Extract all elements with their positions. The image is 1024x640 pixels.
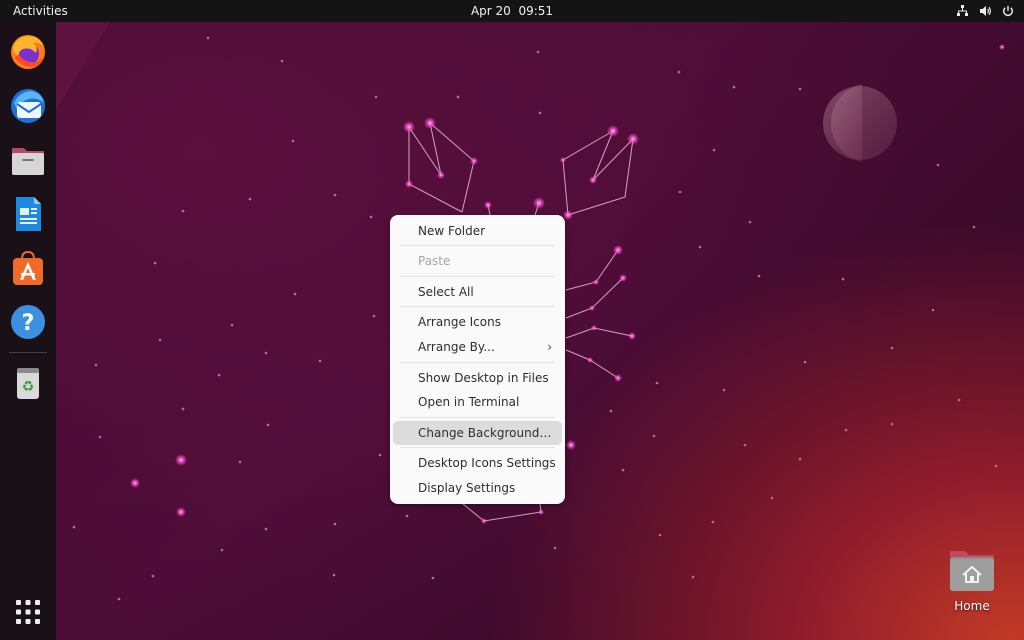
menu-item-label: Show Desktop in Files bbox=[418, 371, 549, 385]
menu-item-open-in-terminal[interactable]: Open in Terminal bbox=[393, 390, 562, 414]
dock-item-firefox[interactable] bbox=[6, 30, 50, 74]
network-icon[interactable] bbox=[956, 5, 969, 17]
menu-item-label: New Folder bbox=[418, 224, 486, 238]
firefox-icon bbox=[11, 35, 45, 69]
menu-separator bbox=[400, 417, 555, 418]
activities-button[interactable]: Activities bbox=[13, 4, 68, 18]
home-folder-icon bbox=[950, 551, 994, 591]
menu-separator bbox=[400, 306, 555, 307]
dock-separator bbox=[9, 352, 47, 353]
clock-container: Apr 20 09:51 bbox=[0, 4, 1024, 18]
menu-item-label: Display Settings bbox=[418, 481, 516, 495]
trash-icon: ♻ bbox=[17, 368, 39, 399]
menu-separator bbox=[400, 447, 555, 448]
date-time-clock[interactable]: Apr 20 09:51 bbox=[471, 4, 553, 18]
menu-item-paste: Paste bbox=[393, 249, 562, 273]
volume-icon[interactable] bbox=[979, 5, 992, 17]
libreoffice-writer-icon bbox=[16, 197, 41, 231]
files-icon bbox=[12, 148, 44, 175]
software-store-icon bbox=[13, 250, 43, 285]
menu-item-show-desktop-in-files[interactable]: Show Desktop in Files bbox=[393, 366, 562, 390]
menu-item-change-background[interactable]: Change Background… bbox=[393, 421, 562, 445]
desktop-screen: Activities Apr 20 09:51 ? ♻ New Folder P… bbox=[0, 0, 1024, 640]
menu-item-desktop-icons-settings[interactable]: Desktop Icons Settings bbox=[393, 451, 562, 475]
menu-item-label: Arrange Icons bbox=[418, 315, 501, 329]
help-icon: ? bbox=[11, 305, 45, 339]
dock-item-trash[interactable]: ♻ bbox=[6, 360, 50, 404]
svg-text:?: ? bbox=[22, 311, 35, 336]
dock-item-help[interactable]: ? bbox=[6, 300, 50, 344]
moon-body bbox=[823, 86, 897, 160]
menu-item-arrange-by[interactable]: Arrange By... › bbox=[393, 335, 562, 359]
dock-item-thunderbird[interactable] bbox=[6, 84, 50, 128]
thunderbird-icon bbox=[11, 89, 45, 123]
desktop-icon-label: Home bbox=[954, 599, 990, 613]
menu-item-label: Change Background… bbox=[418, 426, 552, 440]
menu-item-label: Arrange By... bbox=[418, 340, 495, 354]
menu-item-display-settings[interactable]: Display Settings bbox=[393, 476, 562, 500]
menu-item-arrange-icons[interactable]: Arrange Icons bbox=[393, 310, 562, 334]
dock-item-show-applications[interactable] bbox=[6, 590, 50, 634]
chevron-right-icon: › bbox=[547, 340, 552, 354]
system-tray[interactable] bbox=[956, 3, 1014, 19]
menu-item-label: Select All bbox=[418, 285, 474, 299]
menu-separator bbox=[400, 362, 555, 363]
app-grid-icon bbox=[16, 600, 40, 624]
dock: ? ♻ bbox=[0, 22, 56, 640]
menu-item-label: Open in Terminal bbox=[418, 395, 520, 409]
menu-separator bbox=[400, 245, 555, 246]
dock-item-files[interactable] bbox=[6, 138, 50, 182]
desktop-icon-home[interactable]: Home bbox=[947, 548, 997, 618]
power-icon[interactable] bbox=[1002, 5, 1014, 17]
svg-text:♻: ♻ bbox=[22, 379, 35, 395]
menu-item-label: Paste bbox=[418, 254, 451, 268]
desktop-context-menu: New Folder Paste Select All Arrange Icon… bbox=[390, 215, 565, 504]
menu-item-select-all[interactable]: Select All bbox=[393, 280, 562, 304]
top-bar: Activities Apr 20 09:51 bbox=[0, 0, 1024, 22]
dock-item-ubuntu-software[interactable] bbox=[6, 246, 50, 290]
menu-item-label: Desktop Icons Settings bbox=[418, 456, 556, 470]
menu-item-new-folder[interactable]: New Folder bbox=[393, 219, 562, 243]
dock-item-libreoffice-writer[interactable] bbox=[6, 192, 50, 236]
menu-separator bbox=[400, 276, 555, 277]
wallpaper-shard bbox=[56, 22, 110, 110]
